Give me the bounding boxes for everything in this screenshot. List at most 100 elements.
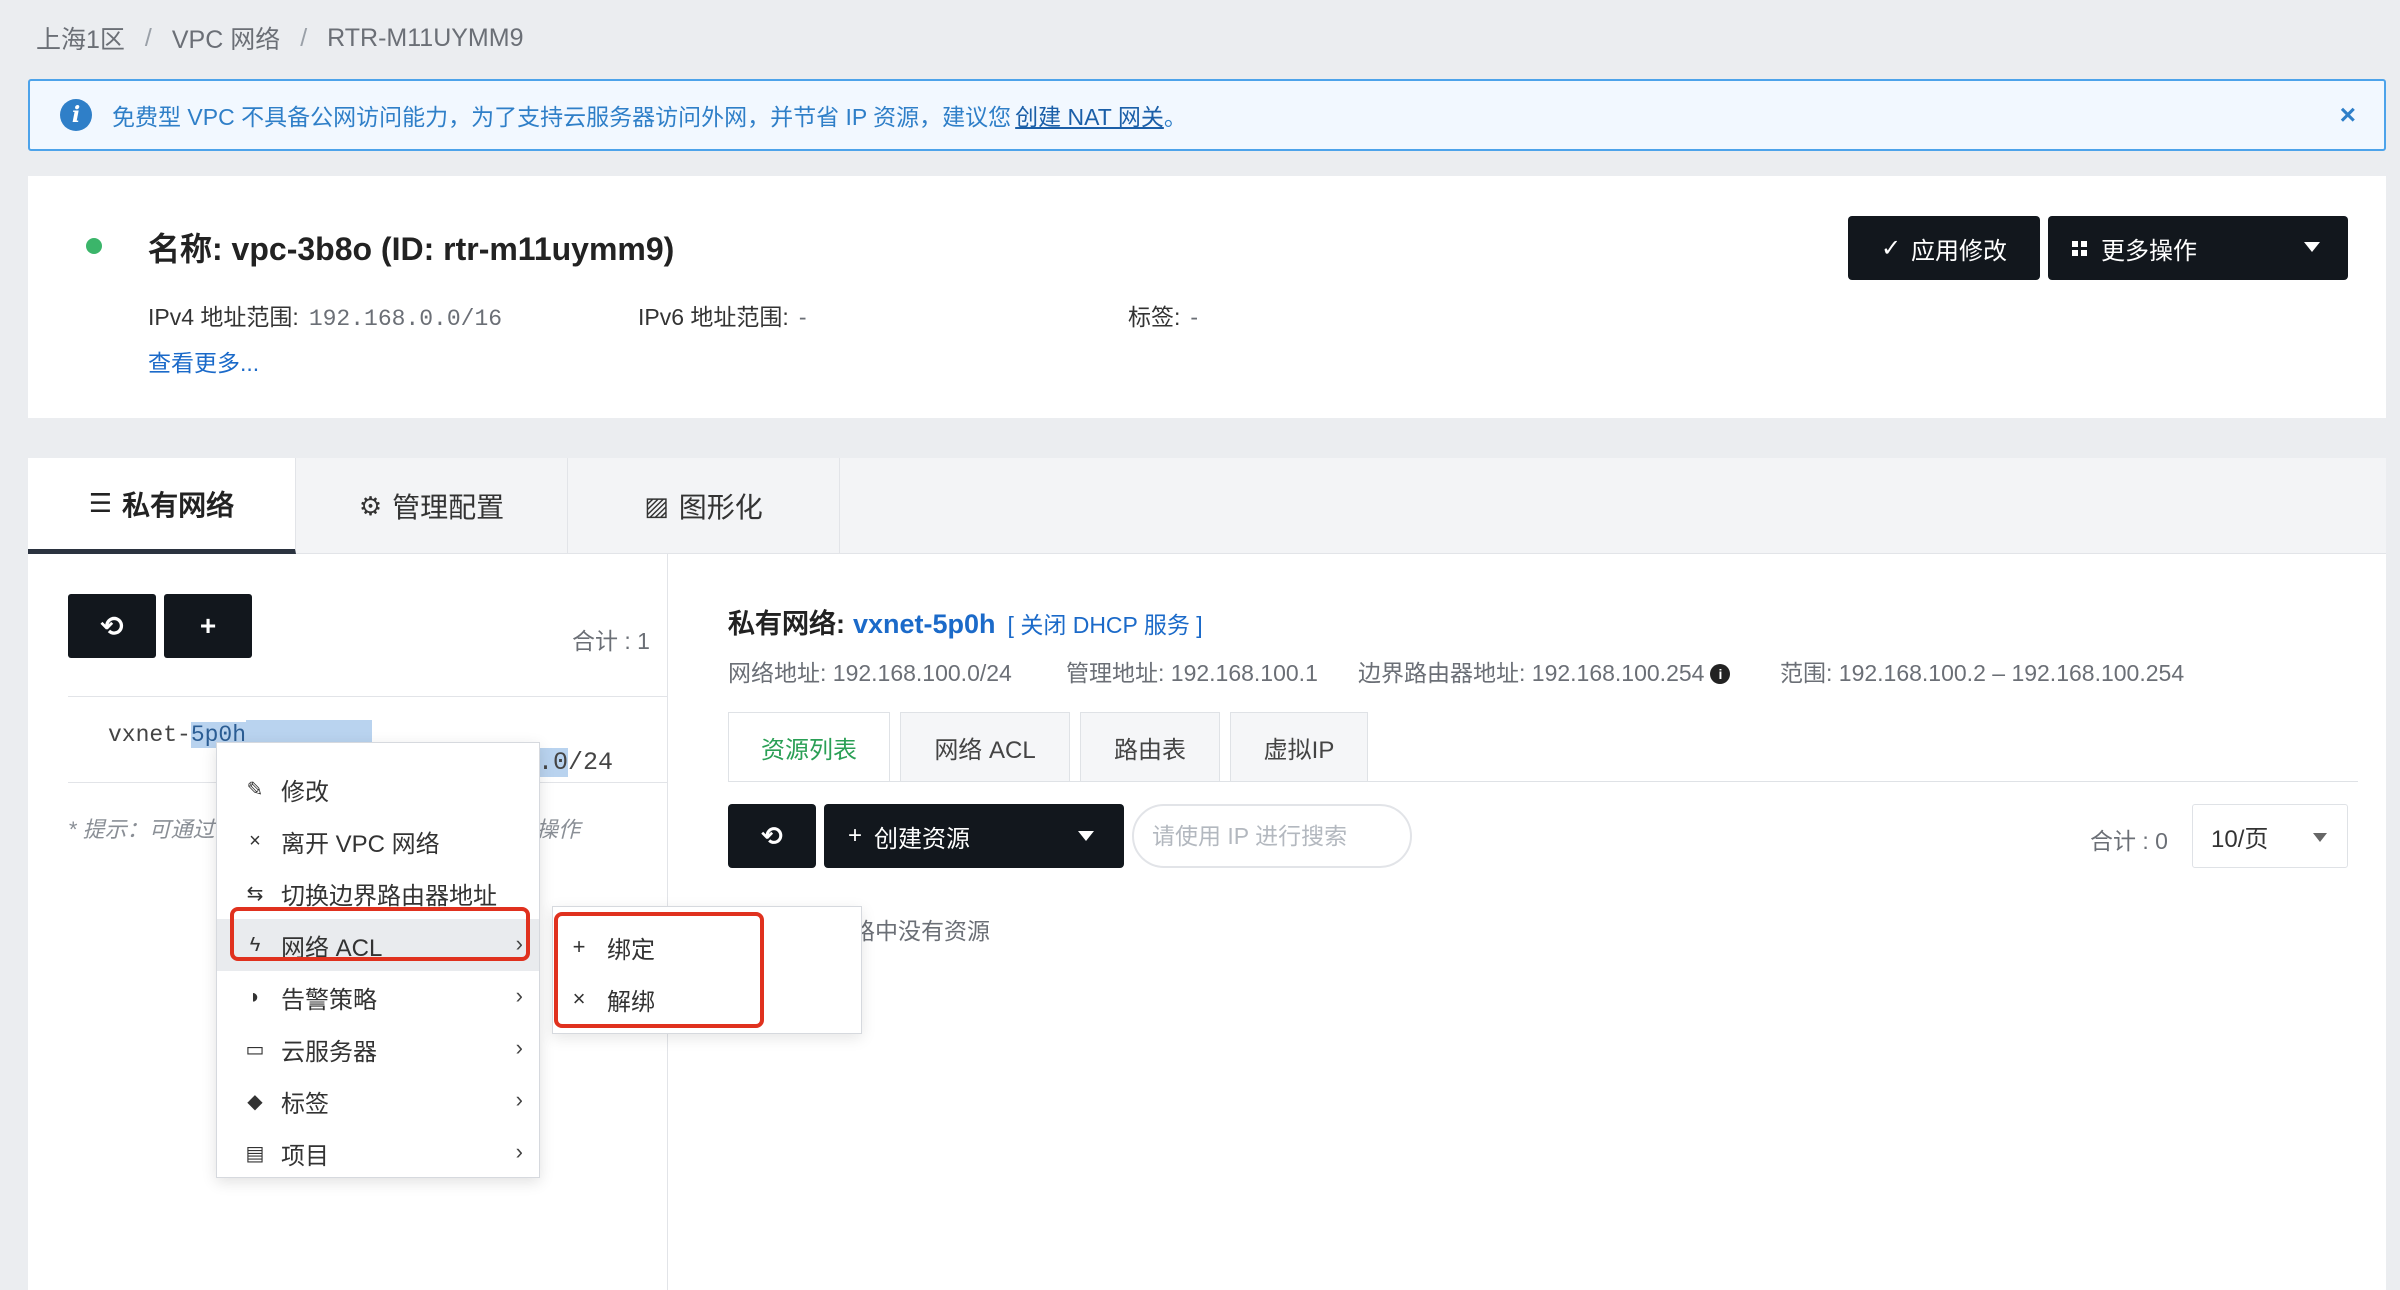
network-address: 网络地址: 192.168.100.0/24 [728,660,1012,686]
apply-changes-button[interactable]: ✓ 应用修改 [1848,216,2040,280]
caret-down-icon [1078,831,1094,841]
create-nat-link[interactable]: 创建 NAT 网关 [1015,98,1164,132]
ip-range: 范围: 192.168.100.2 – 192.168.100.254 [1780,660,2185,686]
close-dhcp-link[interactable]: [ 关闭 DHCP 服务 ] [1008,612,1203,638]
notice-suffix: 。 [1163,104,1187,130]
menu-label: 项目 [281,1142,329,1170]
vpc-title: 名称: vpc-3b8o (ID: rtr-m11uymm9) [148,231,675,267]
ipv6-label: IPv6 地址范围: [638,304,789,330]
menu-item-tags[interactable]: ◆ 标签 › [217,1075,539,1127]
border-router-address: 边界路由器地址: 192.168.100.254 i [1358,654,1731,688]
ip-search-input[interactable] [1132,804,1412,868]
vxnet-cidr: .0/24 [538,748,614,777]
chevron-right-icon: › [515,1139,523,1164]
tab-private-network[interactable]: ☰ 私有网络 [28,458,296,554]
breadcrumb-zone[interactable]: 上海1区 [36,20,125,56]
notice-bar: i 免费型 VPC 不具备公网访问能力，为了支持云服务器访问外网，并节省 IP … [28,79,2386,151]
menu-item-cloud-server[interactable]: ▭ 云服务器 › [217,1023,539,1075]
more-label: 更多操作 [2101,237,2197,265]
ipv6-value: - [798,304,807,330]
info-icon[interactable]: i [1710,664,1731,684]
divider [728,781,2358,782]
hint-suffix: 操作 [536,817,581,842]
tab-graphical[interactable]: ▨ 图形化 [568,458,840,554]
chevron-right-icon: › [515,1035,523,1060]
breadcrumb-separator: / [144,23,152,52]
highlight-box-network-acl [230,907,530,961]
check-icon: ✓ [1880,234,1902,262]
vxnet-link[interactable]: vxnet-5p0h [853,609,996,639]
menu-item-alarm-policy[interactable]: ◗ 告警策略 › [217,971,539,1023]
management-address: 管理地址: 192.168.100.1 [1066,660,1318,686]
ipv4-range: IPv4 地址范围: 192.168.0.0/16 [148,298,502,332]
top-tabs: ☰ 私有网络 ⚙ 管理配置 ▨ 图形化 [28,458,2386,554]
more-actions-button[interactable]: 更多操作 [2048,216,2348,280]
menu-label: 离开 VPC 网络 [281,830,440,858]
page-size-select[interactable]: 10/页 [2192,804,2348,868]
cidr-tail: /24 [568,748,614,777]
image-icon: ▨ [644,490,669,521]
plus-icon: + [848,822,863,849]
see-more-link[interactable]: 查看更多... [148,344,259,378]
menu-label: 告警策略 [281,986,377,1014]
refresh-resources-button[interactable]: ⟲ [728,804,816,868]
ipv4-value: 192.168.0.0/16 [308,306,503,332]
swap-icon: ⇆ [246,882,264,905]
ipv6-range: IPv6 地址范围: - [638,298,806,332]
status-indicator [86,238,102,254]
vxnet-detail-title: 私有网络: vxnet-5p0h [ 关闭 DHCP 服务 ] [728,602,1203,641]
refresh-icon: ⟲ [761,820,783,851]
vxnet-prefix: vxnet- [108,722,191,748]
close-icon: × [249,829,261,852]
page-size-value: 10/页 [2211,825,2269,853]
create-label: 创建资源 [874,825,971,853]
caret-down-icon [2313,833,2327,842]
menu-item-edit[interactable]: ✎ 修改 [217,763,539,815]
close-icon[interactable]: × [2340,99,2356,131]
highlight-box-submenu [554,912,764,1028]
menu-label: 云服务器 [281,1038,377,1066]
breadcrumb-router: RTR-M11UYMM9 [327,23,524,52]
menu-item-project[interactable]: ▤ 项目 › [217,1127,539,1179]
border-router-text: 边界路由器地址: 192.168.100.254 [1358,660,1705,686]
bell-icon: ◗ [248,985,262,1008]
tags-icon: ◆ [247,1090,263,1113]
tags-value: - [1190,304,1199,330]
tags: 标签: - [1128,298,1198,332]
breadcrumb-separator: / [300,23,308,52]
grid-icon [2072,240,2087,256]
plus-icon: + [199,610,217,641]
notice-text: 免费型 VPC 不具备公网访问能力，为了支持云服务器访问外网，并节省 IP 资源… [112,104,1012,130]
caret-down-icon [2304,242,2320,252]
hint-text: * 提示：可通过 [68,812,215,844]
chevron-right-icon: › [515,1087,523,1112]
vxnet-count: 合计 : 1 [572,628,650,654]
tab-label: 管理配置 [392,492,505,523]
menu-label: 切换边界路由器地址 [281,882,497,910]
ipv4-label: IPv4 地址范围: [148,304,299,330]
menu-label: 标签 [281,1090,329,1118]
tab-label: 私有网络 [122,489,235,521]
empty-message: 路中没有资源 [852,918,990,944]
breadcrumb-vpc[interactable]: VPC 网络 [172,20,280,56]
create-resource-button[interactable]: + 创建资源 [824,804,1124,868]
gears-icon: ⚙ [358,490,383,521]
tab-route-table[interactable]: 路由表 [1080,712,1220,782]
resource-count: 合计 : 0 [2090,828,2168,854]
menu-item-leave-vpc[interactable]: × 离开 VPC 网络 [217,815,539,867]
tab-network-acl[interactable]: 网络 ACL [900,712,1070,782]
tab-label: 图形化 [678,492,763,523]
refresh-icon: ⟲ [100,610,124,642]
apply-label: 应用修改 [1911,237,2008,265]
breadcrumb: 上海1区 / VPC 网络 / RTR-M11UYMM9 [36,20,524,56]
tab-resource-list[interactable]: 资源列表 [728,712,890,782]
add-button[interactable]: + [164,594,252,658]
refresh-button[interactable]: ⟲ [68,594,156,658]
vpc-summary-card: 名称: vpc-3b8o (ID: rtr-m11uymm9) IPv4 地址范… [28,176,2386,418]
chevron-right-icon: › [515,983,523,1008]
detail-label: 私有网络: [728,609,845,639]
monitor-icon: ▭ [245,1038,265,1061]
tab-virtual-ip[interactable]: 虚拟IP [1230,712,1368,782]
tab-management[interactable]: ⚙ 管理配置 [296,458,568,554]
archive-icon: ▤ [245,1142,265,1165]
